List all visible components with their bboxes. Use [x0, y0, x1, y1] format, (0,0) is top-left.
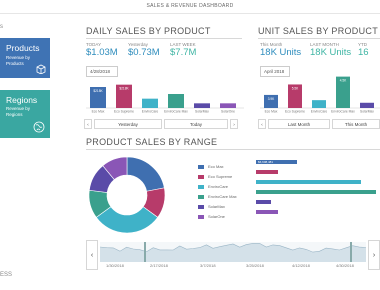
daily-prev-arrow[interactable]: ‹ [84, 119, 92, 129]
chart-bar [220, 103, 236, 108]
unit-next-button[interactable]: This Month [332, 119, 380, 129]
legend-item[interactable]: SolarMax [198, 204, 237, 214]
unit-divider [258, 38, 380, 39]
chart-category-label: SolarMax [360, 110, 374, 114]
daily-kpi-yesterday: Yesterday $0.73M [128, 42, 160, 58]
regions-tile-title: Regions [6, 95, 38, 105]
unit-kpi-thismonth-value: 18K Units [260, 47, 302, 58]
legend-item[interactable]: EnviroCare Max [198, 194, 237, 204]
hbar-0: $6,608,481 [256, 160, 298, 164]
legend-swatch [198, 174, 204, 179]
unit-kpi-ytd-value: 16 [358, 47, 369, 58]
daily-next-button[interactable]: Today [164, 119, 228, 129]
box-icon [36, 64, 46, 74]
regions-tile-subtitle: Revenue by Regions [6, 106, 31, 117]
legend-swatch [198, 194, 204, 199]
chart-category-label: Eco Max [92, 110, 105, 114]
legend-swatch [198, 214, 204, 219]
hbar-value-label: $6,608,481 [258, 160, 274, 164]
hbar-3 [256, 190, 376, 194]
chart-value-label: 5.5K [292, 86, 299, 90]
left-bottom-text: ESS [0, 272, 13, 278]
app-title: SALES & REVENUE DASHBOARD [146, 3, 234, 9]
timeline-label: 1/30/2018 [106, 263, 124, 268]
timeline-label: 4/12/2018 [292, 263, 310, 268]
legend-item[interactable]: SolarOne [198, 214, 237, 224]
daily-section-title: DAILY SALES BY PRODUCT [86, 26, 211, 36]
legend-item[interactable]: Eco Max [198, 164, 237, 174]
products-tile[interactable]: Products Revenue by Products [0, 38, 50, 78]
chart-bar [142, 98, 158, 108]
unit-bar-chart: 3.9K Eco Max 5.5K Eco Supreme EnviroCare 4.5K… [260, 76, 380, 114]
legend-item[interactable]: EnviroCare [198, 184, 237, 194]
title-bar: SALES & REVENUE DASHBOARD [0, 0, 380, 14]
legend-swatch [198, 184, 204, 189]
unit-kpi-lastmonth: LAST MONTH 18K Units [310, 42, 352, 58]
timeline-label: 2/17/2018 [150, 263, 168, 268]
timeline-label: 4/30/2018 [336, 263, 354, 268]
chart-value-label: 3.9K [268, 97, 275, 101]
products-tile-title: Products [6, 43, 40, 53]
chart-value-label: $218K [119, 87, 129, 91]
chart-category-label: EnviroCare [311, 110, 328, 114]
legend-item[interactable]: Eco Supreme [198, 174, 237, 184]
range-donut-chart [88, 156, 166, 234]
daily-bar-chart: $218K Eco Max $218K Eco Supreme EnviroCare En… [86, 84, 244, 114]
range-hbar-chart: $6,608,481 [256, 160, 380, 220]
timeline-label: 3/7/2018 [200, 263, 216, 268]
hbar-2 [256, 180, 361, 184]
timeline-prev-arrow[interactable]: ‹ [86, 240, 98, 270]
unit-kpi-thismonth: This Month 18K Units [260, 42, 302, 58]
daily-kpi-today: TODAY $1.03M [86, 42, 118, 58]
unit-prev-arrow[interactable]: ‹ [258, 119, 266, 129]
globe-icon [33, 121, 45, 133]
legend-swatch [198, 204, 204, 209]
range-handle-left [144, 242, 146, 262]
chart-value-label: 4.5K [340, 79, 347, 83]
range-legend: Eco Max Eco Supreme EnviroCare EnviroCar… [198, 164, 237, 224]
left-top-text: s [0, 24, 3, 30]
chart-category-label: Eco Max [265, 110, 278, 114]
hbar-1 [256, 170, 278, 174]
daily-kpi-yesterday-value: $0.73M [128, 47, 160, 58]
daily-kpi-today-value: $1.03M [86, 47, 118, 58]
daily-divider [86, 38, 242, 39]
chart-category-label: SolarMax [195, 110, 209, 114]
chart-category-label: SolarOne [221, 110, 235, 114]
chart-category-label: EnviroCare [142, 110, 159, 114]
range-section-title: PRODUCT SALES BY RANGE [86, 137, 218, 147]
daily-prev-button[interactable]: Yesterday [94, 119, 162, 129]
chart-bar [360, 102, 374, 108]
chart-category-label: Eco Supreme [114, 110, 134, 114]
timeline-label: 3/25/2018 [246, 263, 264, 268]
unit-section-title: UNIT SALES BY PRODUCT [258, 26, 378, 36]
chart-bar [168, 94, 184, 108]
hbar-4 [256, 200, 272, 204]
chart-bar [194, 103, 210, 108]
unit-prev-button[interactable]: Last Month [268, 119, 330, 129]
products-tile-subtitle: Revenue by Products [6, 55, 31, 66]
daily-next-arrow[interactable]: › [230, 119, 238, 129]
chart-category-label: Eco Supreme [285, 110, 305, 114]
daily-kpi-lastweek: LAST WEEK $7.7M [170, 42, 197, 58]
legend-swatch [198, 164, 204, 169]
unit-kpi-lastmonth-value: 18K Units [310, 47, 352, 58]
regions-tile[interactable]: Regions Revenue by Regions [0, 90, 50, 138]
chart-category-label: EnviroCare Max [331, 110, 355, 114]
donut-slice [126, 156, 165, 192]
range-divider [86, 149, 380, 150]
unit-kpi-ytd: YTD 16 [358, 42, 369, 58]
range-handle-right [350, 242, 352, 262]
daily-kpi-lastweek-value: $7.7M [170, 47, 197, 58]
chart-value-label: $218K [93, 89, 103, 93]
chart-category-label: EnviroCare Max [164, 110, 188, 114]
timeline-next-arrow[interactable]: › [368, 240, 380, 270]
hbar-5 [256, 210, 278, 214]
timeline-area-chart[interactable] [100, 242, 366, 268]
chart-bar [312, 100, 326, 108]
